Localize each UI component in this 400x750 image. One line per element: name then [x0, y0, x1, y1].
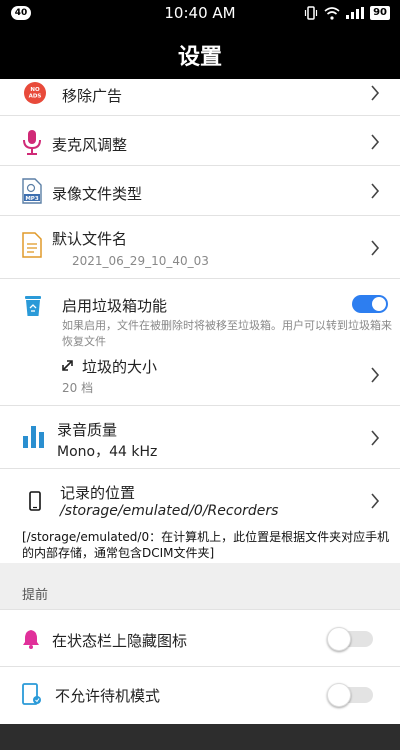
setting-remove-ads[interactable]: NO ADS 移除广告 — [0, 79, 400, 116]
setting-label: 移除广告 — [62, 87, 123, 105]
resize-arrows-icon — [62, 360, 73, 371]
setting-storage-location[interactable]: 记录的位置 /storage/emulated/0/Recorders — [0, 469, 400, 529]
vibrate-icon — [304, 6, 318, 20]
trash-icon — [25, 296, 41, 316]
status-icons: 90 — [304, 5, 390, 21]
setting-value: 2021_06_29_10_40_03 — [72, 254, 209, 268]
setting-hide-status-icon[interactable]: 在状态栏上隐藏图标 — [0, 609, 400, 667]
recycle-bin-toggle[interactable] — [352, 295, 388, 313]
setting-value: Mono，44 kHz — [57, 444, 158, 460]
svg-text:NO: NO — [30, 87, 40, 93]
setting-no-standby[interactable]: 不允许待机模式 — [0, 667, 400, 724]
signal-icon — [346, 7, 365, 19]
bin-size-label: 垃圾的大小 — [82, 358, 158, 376]
setting-label: 不允许待机模式 — [55, 687, 161, 705]
chevron-right-icon — [371, 240, 380, 256]
microphone-icon — [23, 130, 41, 155]
screen-lock-icon — [22, 683, 41, 705]
bin-size-value: 20 档 — [62, 381, 94, 395]
settings-list[interactable]: NO ADS 移除广告 麦克风调整 MP3 录像文件类型 默认文件名 2021_… — [0, 79, 400, 724]
setting-label: 麦克风调整 — [52, 136, 128, 154]
system-nav-bar — [0, 724, 400, 750]
app-header: 设置 — [0, 27, 400, 79]
bell-icon — [23, 630, 39, 649]
recycle-bin-description: 如果启用，文件在被删除时将被移至垃圾箱。用户可以转到垃圾箱来恢复文件 — [62, 319, 392, 348]
chevron-right-icon[interactable] — [370, 367, 380, 383]
setting-label: 录音质量 — [57, 421, 118, 439]
wifi-icon — [324, 6, 340, 20]
setting-file-type[interactable]: MP3 录像文件类型 — [0, 166, 400, 216]
no-ads-icon: NO ADS — [24, 82, 46, 104]
setting-value: /storage/emulated/0/Recorders — [60, 503, 279, 519]
setting-recycle-bin[interactable]: 启用垃圾箱功能 如果启用，文件在被删除时将被移至垃圾箱。用户可以转到垃圾箱来恢复… — [0, 279, 400, 406]
mp3-file-icon: MP3 — [22, 178, 42, 204]
setting-label: 启用垃圾箱功能 — [62, 297, 168, 315]
chevron-right-icon — [371, 183, 380, 199]
section-title: 提前 — [22, 588, 49, 603]
setting-label: 录像文件类型 — [52, 185, 143, 203]
status-bar: 40 10:40 AM 90 — [0, 0, 400, 27]
hide-icon-toggle[interactable] — [327, 627, 373, 651]
setting-recording-quality[interactable]: 录音质量 Mono，44 kHz — [0, 406, 400, 469]
setting-label: 默认文件名 — [52, 230, 128, 248]
chevron-right-icon — [371, 430, 380, 446]
setting-label: 在状态栏上隐藏图标 — [52, 632, 188, 650]
chevron-right-icon — [371, 134, 380, 150]
bar-chart-icon — [23, 426, 44, 448]
setting-mic-adjust[interactable]: 麦克风调整 — [0, 116, 400, 166]
svg-text:MP3: MP3 — [25, 196, 39, 202]
svg-text:ADS: ADS — [29, 94, 42, 100]
document-icon — [22, 232, 42, 258]
battery-icon: 90 — [370, 6, 390, 20]
chevron-right-icon — [371, 493, 380, 509]
page-title: 设置 — [177, 45, 222, 70]
section-header-advanced: 提前 — [0, 563, 400, 609]
no-standby-toggle[interactable] — [327, 683, 373, 707]
phone-icon — [29, 491, 41, 511]
chevron-right-icon — [371, 85, 380, 101]
setting-label: 记录的位置 — [60, 484, 136, 502]
storage-location-note: [/storage/emulated/0：在计算机上，此位置是根据文件夹对应手机… — [22, 530, 390, 560]
setting-default-filename[interactable]: 默认文件名 2021_06_29_10_40_03 — [0, 216, 400, 279]
